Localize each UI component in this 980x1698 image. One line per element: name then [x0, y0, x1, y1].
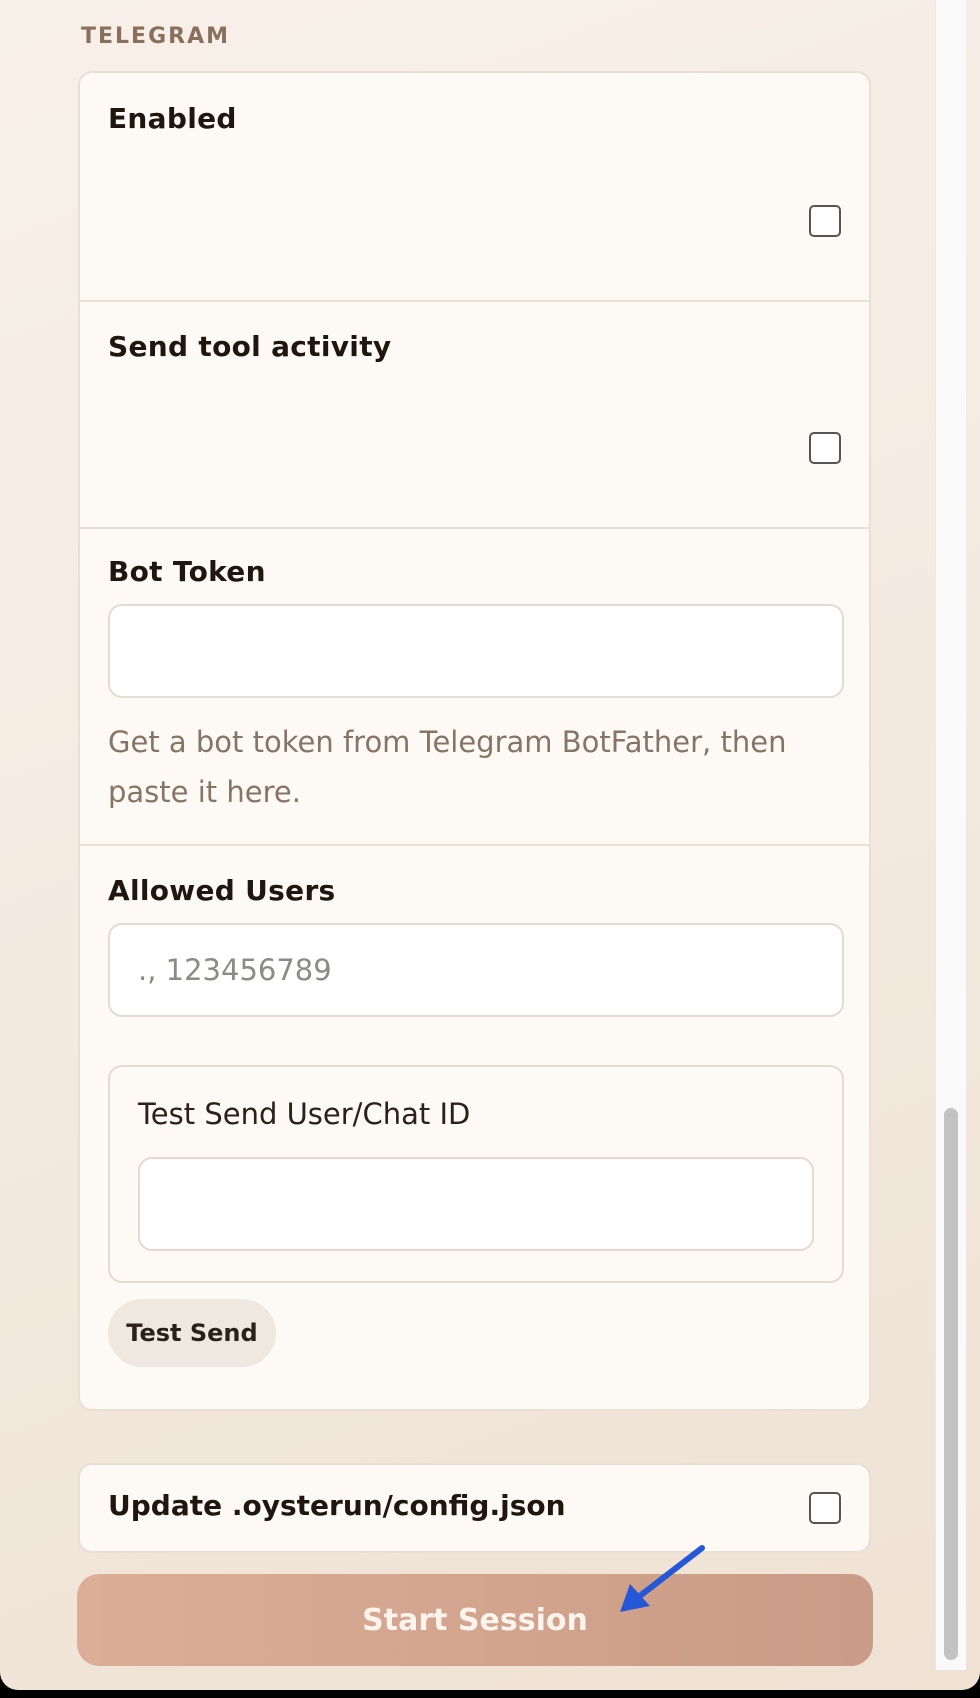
enabled-row: Enabled	[80, 73, 869, 300]
settings-panel: TELEGRAM Enabled Send tool activity Bot …	[0, 0, 980, 1690]
allowed-users-label: Allowed Users	[108, 874, 336, 907]
send-tool-activity-row: Send tool activity	[80, 300, 869, 527]
scrollbar-track[interactable]	[935, 0, 966, 1670]
telegram-settings-card: Enabled Send tool activity Bot Token Get…	[78, 71, 871, 1411]
test-send-chat-id-input[interactable]	[138, 1157, 814, 1251]
update-config-card: Update .oysterun/config.json	[78, 1463, 871, 1553]
send-tool-activity-label: Send tool activity	[108, 330, 392, 363]
update-config-label: Update .oysterun/config.json	[108, 1489, 566, 1522]
start-session-button[interactable]: Start Session	[77, 1574, 873, 1666]
enabled-checkbox[interactable]	[809, 205, 841, 237]
bot-token-help-text: Get a bot token from Telegram BotFather,…	[108, 725, 787, 809]
test-send-box: Test Send User/Chat ID	[108, 1065, 844, 1283]
bot-token-label: Bot Token	[108, 555, 266, 588]
section-title-telegram: TELEGRAM	[81, 24, 230, 49]
update-config-checkbox[interactable]	[809, 1492, 841, 1524]
scrollbar-thumb[interactable]	[944, 1108, 958, 1660]
enabled-label: Enabled	[108, 102, 237, 135]
send-tool-activity-checkbox[interactable]	[809, 432, 841, 464]
test-send-button[interactable]: Test Send	[108, 1299, 276, 1367]
test-send-label: Test Send User/Chat ID	[138, 1097, 471, 1131]
bot-token-row: Bot Token Get a bot token from Telegram …	[80, 527, 869, 844]
allowed-users-input[interactable]	[108, 923, 844, 1017]
bot-token-input[interactable]	[108, 604, 844, 698]
